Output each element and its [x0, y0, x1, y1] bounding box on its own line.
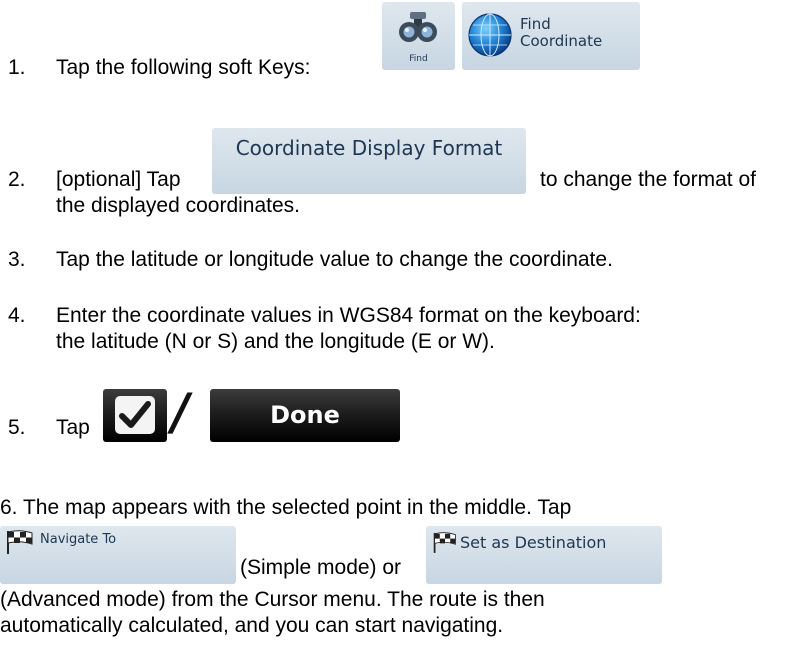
step-5-text: Tap: [56, 416, 90, 439]
find-coordinate-label-1: Find: [520, 15, 551, 33]
find-coordinate-label-2: Coordinate: [520, 32, 603, 50]
navigate-to-softkey[interactable]: Navigate To: [0, 526, 236, 584]
set-as-destination-label: Set as Destination: [460, 533, 607, 552]
step-6-text-1: 6. The map appears with the selected poi…: [0, 496, 572, 519]
coordinate-display-format-label: Coordinate Display Format: [235, 136, 503, 160]
done-softkey[interactable]: Done: [210, 389, 400, 442]
find-softkey[interactable]: Find: [382, 2, 455, 70]
confirm-softkey[interactable]: [103, 389, 167, 442]
step-6-simple-mode: (Simple mode) or: [240, 556, 402, 579]
globe-icon: [468, 13, 512, 57]
binoculars-icon: [399, 12, 437, 42]
step-2-number: 2.: [8, 168, 26, 191]
coordinate-display-format-softkey[interactable]: Coordinate Display Format: [212, 128, 526, 194]
find-label: Find: [409, 54, 428, 64]
step-5-number: 5.: [8, 416, 26, 439]
step-4-text-2: the latitude (N or S) and the longitude …: [56, 330, 495, 353]
slash-separator: /: [165, 383, 195, 441]
find-coordinate-softkey[interactable]: Find Coordinate: [462, 2, 640, 70]
step-3-text: Tap the latitude or longitude value to c…: [56, 248, 613, 271]
set-as-destination-softkey[interactable]: Set as Destination: [426, 526, 662, 584]
step-4-number: 4.: [8, 304, 26, 327]
step-6-text-4: automatically calculated, and you can st…: [0, 614, 504, 637]
done-label: Done: [270, 401, 340, 429]
step-4-text-1: Enter the coordinate values in WGS84 for…: [56, 304, 641, 327]
step-1-number: 1.: [8, 56, 26, 79]
step-6-text-3: (Advanced mode) from the Cursor menu. Th…: [0, 588, 545, 611]
step-3-number: 3.: [8, 248, 26, 271]
step-2-text-before: [optional] Tap: [56, 168, 181, 191]
step-1-text: Tap the following soft Keys:: [56, 56, 311, 79]
step-2-text-after: to change the format of: [540, 168, 756, 191]
step-2-text-cont: the displayed coordinates.: [56, 194, 300, 217]
navigate-to-label: Navigate To: [40, 532, 117, 547]
checkered-flag-icon: [433, 532, 456, 553]
checkmark-icon: [115, 396, 155, 434]
checkered-flag-icon: [7, 530, 33, 554]
